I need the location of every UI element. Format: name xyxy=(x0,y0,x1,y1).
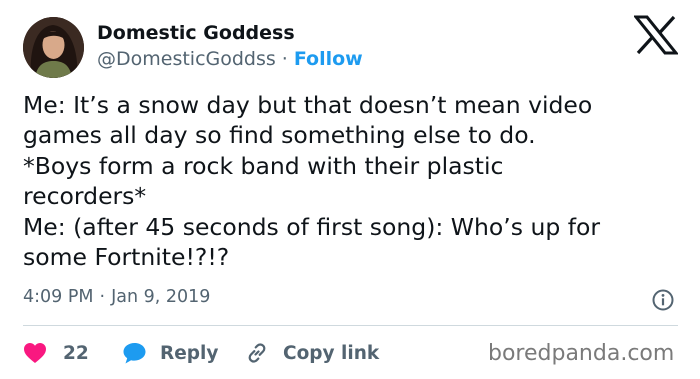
reply-button[interactable]: Reply xyxy=(122,338,218,368)
tweet-text: Me: It’s a snow day but that doesn’t mea… xyxy=(23,90,683,272)
tweet-line: some Fortnite!?!? xyxy=(23,243,230,272)
like-button[interactable]: 22 xyxy=(23,338,89,368)
like-count: 22 xyxy=(63,342,89,364)
tweet-line: games all day so find something else to … xyxy=(23,121,536,150)
divider xyxy=(23,325,678,326)
reply-label: Reply xyxy=(160,342,219,364)
author-handle-row: @DomesticGoddss · Follow xyxy=(97,48,363,70)
timestamp-separator: · xyxy=(99,287,106,307)
x-logo-icon[interactable] xyxy=(634,15,678,55)
tweet-line: *Boys form a rock band with their plasti… xyxy=(23,151,504,180)
tweet-date: Jan 9, 2019 xyxy=(111,287,211,307)
tweet-timestamp[interactable]: 4:09 PM · Jan 9, 2019 xyxy=(23,287,210,307)
avatar-image xyxy=(23,17,84,78)
handle-separator: · xyxy=(281,48,288,70)
speech-bubble-icon xyxy=(123,343,146,364)
tweet-time: 4:09 PM xyxy=(23,287,94,307)
tweet-line: recorders* xyxy=(23,182,147,211)
link-icon xyxy=(248,343,266,363)
follow-button[interactable]: Follow xyxy=(294,48,363,70)
watermark: boredpanda.com xyxy=(488,341,675,366)
info-icon[interactable] xyxy=(651,288,675,312)
author-handle[interactable]: @DomesticGoddss xyxy=(97,48,276,70)
tweet-line: Me: It’s a snow day but that doesn’t mea… xyxy=(23,91,593,119)
heart-icon xyxy=(24,343,46,363)
copy-link-button[interactable]: Copy link xyxy=(245,338,379,368)
tweet-line: Me: (after 45 seconds of first song): Wh… xyxy=(23,212,601,241)
author-name[interactable]: Domestic Goddess xyxy=(97,22,295,44)
copy-link-label: Copy link xyxy=(283,342,380,364)
author-avatar[interactable] xyxy=(23,17,84,78)
